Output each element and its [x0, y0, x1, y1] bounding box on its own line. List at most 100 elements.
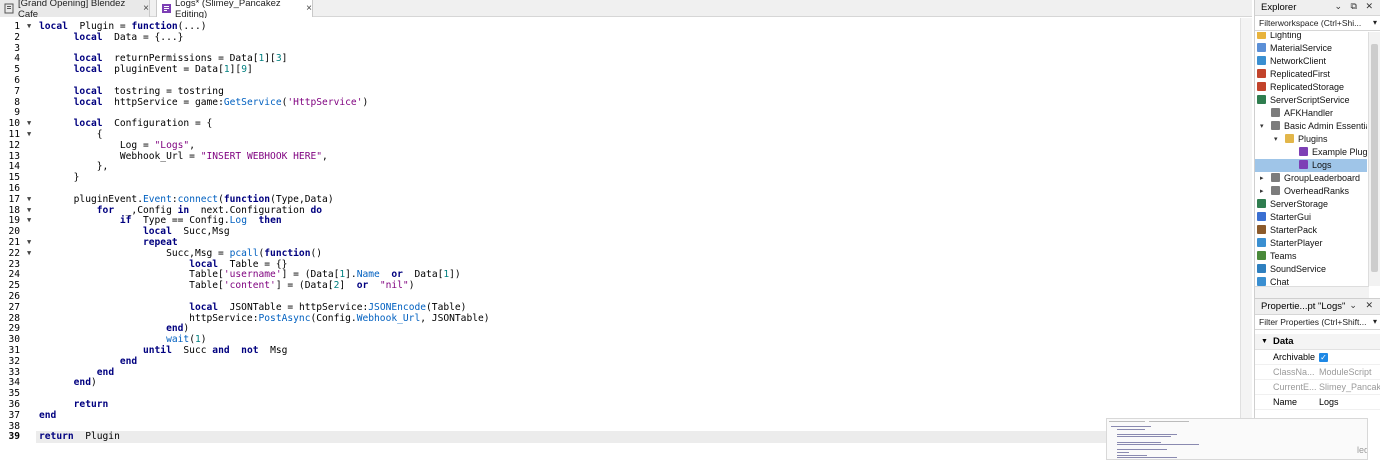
code-line[interactable]: local tostring = tostring: [39, 86, 224, 97]
explorer-item[interactable]: SoundService: [1257, 263, 1326, 276]
explorer-item[interactable]: Chat: [1257, 276, 1289, 286]
property-row[interactable]: CurrentE... Slimey_Pancake: [1255, 380, 1380, 395]
code-line[interactable]: Succ,Msg = pcall(function(): [39, 248, 322, 259]
editor-vertical-scrollbar[interactable]: [1240, 18, 1252, 460]
explorer-item[interactable]: Teams: [1257, 250, 1297, 263]
explorer-filter-input[interactable]: Filterworkspace (Ctrl+Shi... ▾: [1255, 16, 1380, 31]
property-row[interactable]: Archivable ✓: [1255, 350, 1380, 365]
fold-arrow-icon[interactable]: ▼: [27, 118, 34, 129]
code-line[interactable]: end: [39, 367, 114, 378]
line-number: 11: [8, 129, 20, 140]
chevron-down-icon[interactable]: ▾: [1373, 16, 1377, 30]
tab-logs[interactable]: Logs* (Slimey_Pancakez Editing) ×: [156, 0, 313, 20]
code-line[interactable]: local returnPermissions = Data[1][3]: [39, 53, 288, 64]
property-row[interactable]: ClassNa... ModuleScript: [1255, 365, 1380, 380]
code-line[interactable]: Table['content'] = (Data[2] or "nil"): [39, 280, 414, 291]
code-line[interactable]: },: [39, 161, 109, 172]
code-line[interactable]: wait(1): [39, 334, 206, 345]
code-line[interactable]: local Succ,Msg: [39, 226, 230, 237]
properties-window-controls[interactable]: ⌄ ✕: [1349, 300, 1376, 311]
explorer-item[interactable]: AFKHandler: [1271, 107, 1333, 120]
chevron-down-icon[interactable]: ▾: [1373, 315, 1377, 329]
fold-arrow-icon[interactable]: ▼: [27, 194, 34, 205]
code-line[interactable]: repeat: [39, 237, 178, 248]
scrollbar-thumb[interactable]: [1371, 44, 1378, 272]
code-line[interactable]: end): [39, 323, 189, 334]
explorer-item[interactable]: MaterialService: [1257, 42, 1332, 55]
code-token: (Type,Data): [270, 193, 334, 205]
expand-arrow-icon[interactable]: ▸: [1260, 172, 1264, 185]
code-line[interactable]: for _,Config in next.Configuration do: [39, 205, 322, 216]
expand-arrow-icon[interactable]: ▾: [1260, 120, 1264, 133]
explorer-item[interactable]: Basic Admin Essentials: [1271, 120, 1367, 133]
explorer-item[interactable]: StarterPlayer: [1257, 237, 1323, 250]
fold-arrow-icon[interactable]: ▼: [27, 205, 34, 216]
code-token: (...): [177, 21, 207, 32]
explorer-item[interactable]: Logs: [1255, 159, 1367, 172]
property-row[interactable]: Name Logs: [1255, 395, 1380, 410]
explorer-item[interactable]: GroupLeaderboard: [1271, 172, 1360, 185]
explorer-horizontal-scrollbar[interactable]: [1255, 286, 1369, 298]
explorer-item[interactable]: Example Plugin: [1299, 146, 1367, 159]
explorer-vertical-scrollbar[interactable]: [1368, 32, 1380, 286]
code-line[interactable]: Webhook_Url = "INSERT WEBHOOK HERE",: [39, 151, 328, 162]
collapse-arrow-icon[interactable]: ▼: [1261, 334, 1268, 350]
explorer-item[interactable]: ReplicatedFirst: [1257, 68, 1330, 81]
line-number: 27: [8, 301, 20, 313]
tab-blendez-cafe[interactable]: [Grand Opening] Blendez Cafe ×: [0, 0, 150, 20]
code-line[interactable]: local JSONTable = httpService:JSONEncode…: [39, 302, 466, 313]
explorer-item[interactable]: ServerScriptService: [1257, 94, 1350, 107]
expand-arrow-icon[interactable]: ▾: [1274, 133, 1278, 146]
explorer-window-controls[interactable]: ⌄ ⧉ ✕: [1334, 1, 1376, 12]
code-line[interactable]: local Table = {}: [39, 259, 287, 270]
code-line[interactable]: local Plugin = function(...): [39, 21, 207, 32]
explorer-item[interactable]: ServerStorage: [1257, 198, 1328, 211]
code-line[interactable]: httpService:PostAsync(Config.Webhook_Url…: [39, 312, 490, 324]
fold-arrow-icon[interactable]: ▼: [27, 248, 34, 259]
explorer-item[interactable]: Plugins: [1285, 133, 1328, 146]
code-line[interactable]: local Configuration = {: [39, 118, 213, 129]
fold-arrow-icon[interactable]: ▼: [27, 129, 34, 140]
code-token: , JSONTable): [420, 312, 490, 324]
code-line[interactable]: until Succ and not Msg: [39, 345, 287, 356]
code-line[interactable]: end): [39, 377, 97, 388]
expand-arrow-icon[interactable]: ▸: [1260, 185, 1264, 198]
code-token: local: [142, 226, 172, 238]
properties-section-data[interactable]: ▼ Data: [1255, 334, 1380, 350]
code-line[interactable]: return Plugin: [39, 431, 120, 442]
tab-label: [Grand Opening] Blendez Cafe: [18, 0, 126, 20]
explorer-item[interactable]: Lighting: [1257, 32, 1302, 42]
explorer-item[interactable]: ReplicatedStorage: [1257, 81, 1344, 94]
explorer-item[interactable]: NetworkClient: [1257, 55, 1326, 68]
property-checkbox[interactable]: ✓: [1319, 350, 1380, 365]
code-line[interactable]: {: [39, 129, 103, 140]
explorer-item[interactable]: StarterGui: [1257, 211, 1311, 224]
explorer-item[interactable]: StarterPack: [1257, 224, 1317, 237]
code-line[interactable]: local httpService = game:GetService('Htt…: [39, 97, 369, 108]
code-line[interactable]: Table['username'] = (Data[1].Name or Dat…: [39, 269, 461, 280]
checkmark-icon[interactable]: ✓: [1319, 353, 1328, 362]
property-value[interactable]: Slimey_Pancake: [1319, 380, 1380, 395]
property-value[interactable]: ModuleScript: [1319, 365, 1380, 380]
explorer-item-label: ReplicatedStorage: [1270, 82, 1345, 92]
code-line[interactable]: local pluginEvent = Data[1][9]: [39, 64, 253, 75]
code-token: end: [39, 409, 57, 421]
property-value[interactable]: Logs: [1319, 395, 1380, 410]
tab-close-icon[interactable]: ×: [143, 3, 149, 14]
fold-arrow-icon[interactable]: ▼: [27, 237, 34, 248]
script-editor[interactable]: 1 ▼ 2 3 4 5 6 7 8 9 10 ▼ 11 ▼ 12 13 14 15 16 17 ▼ 18 ▼ 19 ▼ 20 21 ▼…: [0, 18, 1240, 460]
code-line[interactable]: }: [39, 172, 80, 183]
code-line[interactable]: end: [39, 410, 56, 421]
tab-close-icon[interactable]: ×: [306, 3, 312, 14]
code-line[interactable]: local Data = {...}: [39, 32, 184, 43]
code-line[interactable]: return: [39, 399, 109, 410]
explorer-item[interactable]: OverheadRanks: [1271, 185, 1349, 198]
code-line[interactable]: Log = "Logs",: [39, 140, 195, 151]
code-line[interactable]: end: [39, 356, 137, 367]
fold-arrow-icon[interactable]: ▼: [27, 215, 34, 226]
properties-filter-input[interactable]: Filter Properties (Ctrl+Shift... ▾: [1255, 315, 1380, 330]
code-line[interactable]: if Type == Config.Log then: [39, 215, 282, 226]
code-line[interactable]: pluginEvent.Event:connect(function(Type,…: [39, 194, 334, 205]
fold-arrow-icon[interactable]: ▼: [27, 21, 34, 32]
